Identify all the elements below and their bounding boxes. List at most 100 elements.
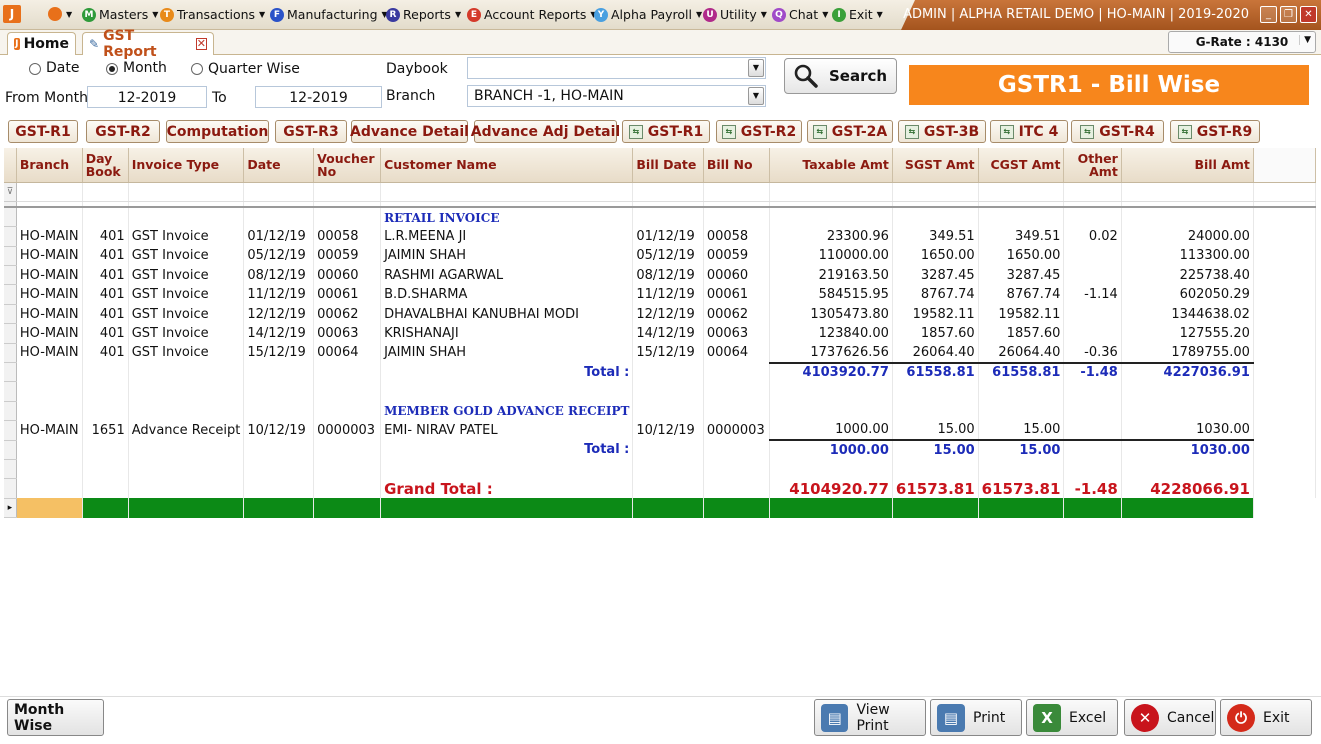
menu-transactions[interactable]: T Transactions ▼ <box>160 7 265 22</box>
row-selector[interactable] <box>4 459 17 480</box>
column-header-bill-no[interactable]: Bill No <box>703 148 771 183</box>
report-button-gst-3b[interactable]: ⇆ GST-3B <box>898 120 986 143</box>
filter-icon[interactable]: ⊽ <box>4 182 17 202</box>
chevron-down-icon[interactable]: ▼ <box>748 59 764 77</box>
new-row-cell[interactable] <box>632 498 704 518</box>
menu-quick[interactable]: ▼ <box>48 7 72 21</box>
new-row-cell[interactable] <box>1063 498 1122 518</box>
column-header-taxable-amt[interactable]: Taxable Amt <box>769 148 893 183</box>
new-row-cell[interactable] <box>978 498 1065 518</box>
report-button-label: Advance Detail <box>350 123 469 140</box>
new-row-cell[interactable] <box>82 498 129 518</box>
column-header-day-book[interactable]: Day Book <box>82 148 129 183</box>
radio-date[interactable] <box>29 63 41 75</box>
grate-selector[interactable]: G-Rate : 4130 ▼ <box>1168 31 1316 53</box>
column-header-invoice-type[interactable]: Invoice Type <box>128 148 245 183</box>
report-button-gst-r9[interactable]: ⇆ GST-R9 <box>1170 120 1260 143</box>
chevron-down-icon[interactable]: ▼ <box>748 87 764 105</box>
radio-month[interactable] <box>106 63 118 75</box>
column-header-other-amt[interactable]: Other Amt <box>1063 148 1122 183</box>
app-logo[interactable]: J <box>3 5 21 23</box>
restore-icon[interactable]: ❐ <box>1280 6 1297 23</box>
new-row-cell[interactable] <box>892 498 979 518</box>
row-selector[interactable] <box>4 343 17 364</box>
tab-home[interactable]: J Home <box>7 32 76 55</box>
report-button-gst-r4[interactable]: ⇆ GST-R4 <box>1071 120 1164 143</box>
column-header-bill-amt[interactable]: Bill Amt <box>1121 148 1254 183</box>
menu-utility[interactable]: U Utility ▼ <box>703 7 767 22</box>
row-selector[interactable] <box>4 440 17 460</box>
report-button-gst-r2[interactable]: GST-R2 <box>86 120 160 143</box>
menu-manufacturing[interactable]: F Manufacturing ▼ <box>270 7 388 22</box>
branch-select[interactable]: BRANCH -1, HO-MAIN ▼ <box>467 85 766 107</box>
row-selector[interactable]: ▸ <box>4 498 17 519</box>
column-header-bill-date[interactable]: Bill Date <box>632 148 704 183</box>
column-header-branch[interactable]: Branch <box>16 148 83 183</box>
new-row-cell[interactable] <box>16 498 83 518</box>
minimize-icon[interactable]: _ <box>1260 6 1277 23</box>
cancel-button[interactable]: ✕ Cancel <box>1124 699 1216 736</box>
new-row-cell[interactable] <box>313 498 382 518</box>
new-row-cell[interactable] <box>1121 498 1254 518</box>
to-month-input[interactable]: 12-2019 <box>255 86 382 108</box>
row-selector[interactable] <box>4 265 17 286</box>
menu-chat[interactable]: Q Chat ▼ <box>772 7 828 22</box>
row-selector[interactable] <box>4 420 17 441</box>
menu-masters[interactable]: M Masters ▼ <box>82 7 158 22</box>
row-selector[interactable] <box>4 207 17 228</box>
table-row[interactable]: HO-MAIN 1651 Advance Receipt 10/12/19 000000… <box>4 420 1317 441</box>
tab-close-icon[interactable]: ✕ <box>195 38 207 50</box>
report-button-advance-adj-detail[interactable]: Advance Adj Detail <box>471 120 620 143</box>
daybook-select[interactable]: ▼ <box>467 57 766 79</box>
report-button-gst-r1[interactable]: ⇆ GST-R1 <box>622 120 710 143</box>
row-selector[interactable] <box>4 362 17 383</box>
column-header-cgst-amt[interactable]: CGST Amt <box>978 148 1065 183</box>
row-selector[interactable] <box>4 323 17 344</box>
table-row[interactable]: HO-MAIN 401 GST Invoice 14/12/19 00063 KRISHA… <box>4 323 1317 344</box>
table-row[interactable]: HO-MAIN 401 GST Invoice 08/12/19 00060 RASHMI… <box>4 265 1317 286</box>
menu-account-reports[interactable]: EAccount Reports▼ <box>467 7 597 22</box>
exit-button[interactable]: ⏻ Exit <box>1220 699 1312 736</box>
view-print-button[interactable]: ▤ View Print <box>814 699 926 736</box>
column-header-date[interactable]: Date <box>243 148 315 183</box>
month-wise-button[interactable]: Month Wise <box>7 699 104 736</box>
new-row-cell[interactable] <box>380 498 634 518</box>
row-selector[interactable] <box>4 478 17 499</box>
report-button-advance-detail[interactable]: Advance Detail <box>350 120 469 143</box>
menu-exit[interactable]: I Exit ▼ <box>832 7 883 22</box>
radio-quarter-wise[interactable] <box>191 63 203 75</box>
column-header-voucher-no[interactable]: Voucher No <box>313 148 382 183</box>
report-button-gst-r1[interactable]: GST-R1 <box>8 120 78 143</box>
new-row-cell[interactable] <box>769 498 893 518</box>
excel-button[interactable]: X Excel <box>1026 699 1118 736</box>
new-row-cell[interactable] <box>703 498 771 518</box>
row-selector[interactable] <box>4 226 17 247</box>
report-button-computation[interactable]: Computation <box>166 120 269 143</box>
report-button-gst-r3[interactable]: GST-R3 <box>275 120 347 143</box>
report-button-itc-4[interactable]: ⇆ ITC 4 <box>990 120 1068 143</box>
table-row[interactable]: HO-MAIN 401 GST Invoice 01/12/19 00058 L.R.ME… <box>4 226 1317 247</box>
menu-alpha-payroll[interactable]: Y Alpha Payroll ▼ <box>594 7 702 22</box>
report-button-gst-2a[interactable]: ⇆ GST-2A <box>807 120 893 143</box>
table-row[interactable]: HO-MAIN 401 GST Invoice 05/12/19 00059 JAIMIN… <box>4 246 1317 267</box>
row-selector[interactable] <box>4 246 17 267</box>
row-selector[interactable] <box>4 284 17 305</box>
new-row-cell[interactable] <box>243 498 315 518</box>
print-button[interactable]: ▤ Print <box>930 699 1022 736</box>
row-selector[interactable] <box>4 381 17 402</box>
column-header-sgst-amt[interactable]: SGST Amt <box>892 148 979 183</box>
table-row[interactable]: HO-MAIN 401 GST Invoice 15/12/19 00064 JAIMIN… <box>4 343 1317 364</box>
row-selector[interactable] <box>4 401 17 422</box>
tab-gst-report[interactable]: ✎ GST Report ✕ <box>82 28 214 60</box>
table-row[interactable]: HO-MAIN 401 GST Invoice 11/12/19 00061 B.D.SH… <box>4 284 1317 305</box>
new-row-cell[interactable] <box>128 498 245 518</box>
from-month-input[interactable]: 12-2019 <box>87 86 207 108</box>
close-icon[interactable]: ✕ <box>1300 6 1317 23</box>
column-header-customer-name[interactable]: Customer Name <box>380 148 634 183</box>
report-button-gst-r2[interactable]: ⇆ GST-R2 <box>716 120 802 143</box>
menu-reports[interactable]: R Reports ▼ <box>386 7 461 22</box>
cell-taxable-amt: 1305473.80 <box>769 304 893 324</box>
search-button[interactable]: Search <box>784 58 897 94</box>
table-row[interactable]: HO-MAIN 401 GST Invoice 12/12/19 00062 DHAVAL… <box>4 304 1317 325</box>
row-selector[interactable] <box>4 304 17 325</box>
